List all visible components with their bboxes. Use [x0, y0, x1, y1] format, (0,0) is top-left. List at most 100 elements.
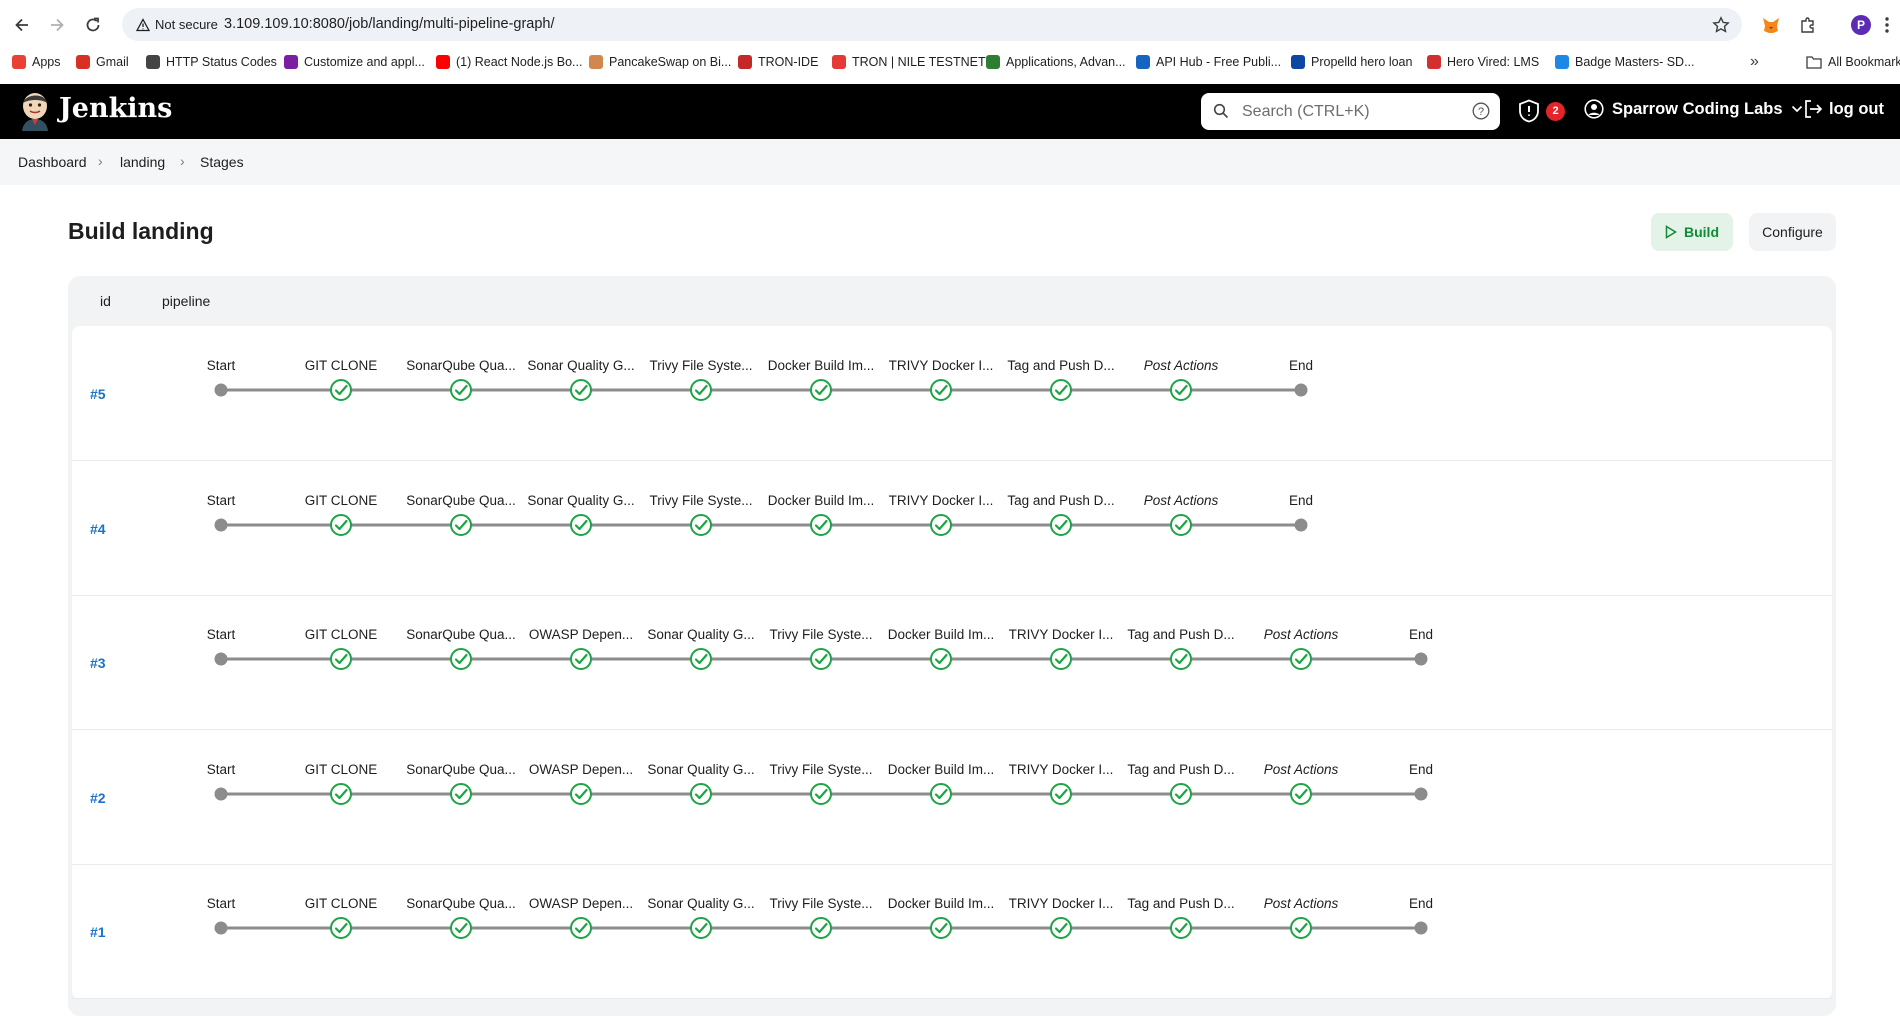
- stage-success-icon[interactable]: [570, 648, 592, 670]
- all-bookmarks-label: All Bookmarks: [1828, 55, 1900, 69]
- pipeline-graph: [214, 379, 1308, 401]
- play-icon: [1665, 225, 1677, 239]
- stage-success-icon[interactable]: [450, 648, 472, 670]
- stage-success-icon[interactable]: [450, 782, 472, 805]
- stage-success-icon[interactable]: [330, 917, 352, 939]
- stage-success-icon[interactable]: [1290, 917, 1312, 939]
- metamask-extension-icon[interactable]: [1758, 12, 1784, 38]
- all-bookmarks[interactable]: All Bookmarks: [1806, 50, 1900, 74]
- bookmark-item[interactable]: Gmail: [76, 50, 129, 74]
- stage-success-icon[interactable]: [330, 513, 352, 536]
- stage-success-icon[interactable]: [570, 379, 592, 401]
- stage-success-icon[interactable]: [1050, 917, 1072, 939]
- bookmark-item[interactable]: Applications, Advan...: [986, 50, 1126, 74]
- stage-success-icon[interactable]: [1050, 782, 1072, 805]
- logout-icon: [1805, 100, 1823, 118]
- stage-success-icon[interactable]: [570, 513, 592, 536]
- stage-success-icon[interactable]: [810, 513, 832, 536]
- warning-icon: [136, 17, 150, 31]
- shield-icon: [1519, 99, 1539, 123]
- forward-icon[interactable]: [44, 12, 70, 38]
- tron-icon: [832, 55, 846, 69]
- address-bar[interactable]: Not secure 3.109.109.10:8080/job/landing…: [122, 8, 1742, 41]
- more-bookmarks-icon[interactable]: »: [1750, 50, 1759, 74]
- stage-success-icon[interactable]: [1170, 648, 1192, 670]
- stage-success-icon[interactable]: [1290, 648, 1312, 670]
- stage-success-icon[interactable]: [690, 917, 712, 939]
- bookmark-item[interactable]: PancakeSwap on Bi...: [589, 50, 731, 74]
- stage-success-icon[interactable]: [1290, 782, 1312, 805]
- bookmark-item[interactable]: Hero Vired: LMS: [1427, 50, 1539, 74]
- stage-success-icon[interactable]: [1170, 513, 1192, 536]
- stage-success-icon[interactable]: [930, 917, 952, 939]
- configure-button[interactable]: Configure: [1749, 213, 1836, 251]
- bookmark-item[interactable]: Customize and appl...: [284, 50, 425, 74]
- pipeline-graph: [214, 917, 1428, 939]
- browser-chrome: Not secure 3.109.109.10:8080/job/landing…: [0, 0, 1900, 84]
- stage-success-icon[interactable]: [570, 917, 592, 939]
- search-box[interactable]: Search (CTRL+K) ?: [1201, 93, 1500, 130]
- end-node: [1294, 518, 1308, 531]
- help-icon[interactable]: ?: [1472, 102, 1490, 120]
- stage-success-icon[interactable]: [1050, 513, 1072, 536]
- user-menu[interactable]: Sparrow Coding Labs: [1584, 99, 1803, 119]
- stage-success-icon[interactable]: [570, 782, 592, 805]
- stage-success-icon[interactable]: [450, 917, 472, 939]
- pancake-icon: [589, 55, 603, 69]
- reload-icon[interactable]: [80, 12, 106, 38]
- stage-success-icon[interactable]: [1050, 379, 1072, 401]
- profile-avatar[interactable]: P: [1848, 12, 1874, 38]
- bookmark-item[interactable]: Badge Masters- SD...: [1555, 50, 1695, 74]
- url-text[interactable]: 3.109.109.10:8080/job/landing/multi-pipe…: [224, 16, 555, 32]
- stage-success-icon[interactable]: [810, 379, 832, 401]
- logout-link[interactable]: log out: [1803, 99, 1884, 119]
- bookmark-label: Badge Masters- SD...: [1575, 55, 1695, 69]
- bookmark-item[interactable]: Apps: [12, 50, 61, 74]
- hero-vired-icon: [1427, 55, 1441, 69]
- stage-success-icon[interactable]: [810, 648, 832, 670]
- bookmark-star-icon[interactable]: [1708, 12, 1734, 38]
- stage-success-icon[interactable]: [810, 782, 832, 805]
- stage-success-icon[interactable]: [930, 379, 952, 401]
- bookmark-item[interactable]: HTTP Status Codes: [146, 50, 277, 74]
- stage-success-icon[interactable]: [450, 379, 472, 401]
- bookmark-item[interactable]: TRON-IDE: [738, 50, 818, 74]
- breadcrumb-dashboard[interactable]: Dashboard: [18, 154, 87, 170]
- breadcrumb-landing[interactable]: landing: [120, 154, 165, 170]
- svg-text:?: ?: [1478, 106, 1484, 118]
- bookmark-item[interactable]: TRON | NILE TESTNET: [832, 50, 986, 74]
- end-node: [1414, 787, 1428, 800]
- end-node: [1414, 652, 1428, 666]
- bookmark-item[interactable]: (1) React Node.js Bo...: [436, 50, 582, 74]
- stage-success-icon[interactable]: [930, 513, 952, 536]
- stage-success-icon[interactable]: [930, 648, 952, 670]
- not-secure-chip[interactable]: Not secure: [130, 13, 226, 36]
- stage-success-icon[interactable]: [1170, 917, 1192, 939]
- stage-success-icon[interactable]: [330, 379, 352, 401]
- stage-success-icon[interactable]: [330, 782, 352, 805]
- jenkins-brand[interactable]: Jenkins: [59, 93, 172, 124]
- bookmark-label: Hero Vired: LMS: [1447, 55, 1540, 69]
- stage-success-icon[interactable]: [930, 782, 952, 805]
- stage-success-icon[interactable]: [450, 513, 472, 536]
- stage-success-icon[interactable]: [690, 379, 712, 401]
- bookmark-item[interactable]: API Hub - Free Publi...: [1136, 50, 1281, 74]
- stage-success-icon[interactable]: [690, 513, 712, 536]
- breadcrumb-stages[interactable]: Stages: [200, 154, 244, 170]
- stage-success-icon[interactable]: [1170, 379, 1192, 401]
- crown-icon: [284, 55, 298, 69]
- bookmark-item[interactable]: Propelld hero loan: [1291, 50, 1412, 74]
- stage-success-icon[interactable]: [690, 648, 712, 670]
- stage-success-icon[interactable]: [330, 648, 352, 670]
- jenkins-logo-icon[interactable]: [18, 91, 52, 131]
- stage-success-icon[interactable]: [1050, 648, 1072, 670]
- start-node: [214, 518, 228, 531]
- security-alerts[interactable]: 2: [1518, 99, 1565, 123]
- back-icon[interactable]: [9, 12, 35, 38]
- extensions-icon[interactable]: [1795, 12, 1821, 38]
- stage-success-icon[interactable]: [1170, 782, 1192, 805]
- browser-menu-icon[interactable]: [1880, 12, 1894, 38]
- stage-success-icon[interactable]: [690, 782, 712, 805]
- stage-success-icon[interactable]: [810, 917, 832, 939]
- build-button[interactable]: Build: [1651, 213, 1733, 251]
